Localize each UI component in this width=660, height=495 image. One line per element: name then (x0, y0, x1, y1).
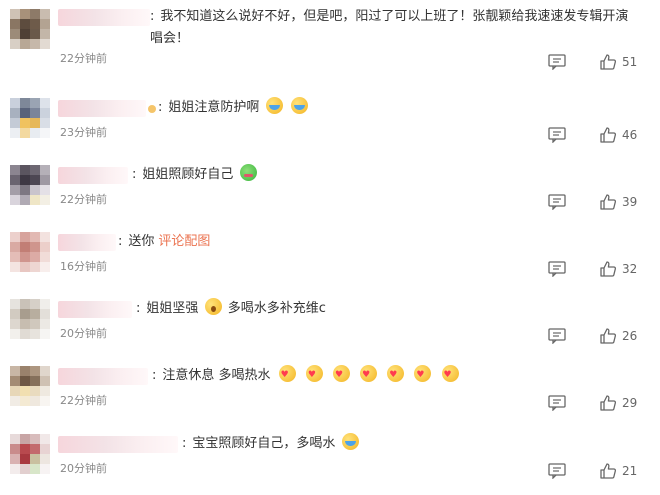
thumbs-up-icon[interactable] (599, 126, 617, 144)
heart-kiss-face-icon (414, 364, 432, 386)
comment-time: 23分钟前 (60, 126, 107, 139)
like-count: 32 (622, 262, 638, 276)
comment-item: : 姐姐坚强 多喝水多补充维c 20分钟前 26 (0, 279, 660, 345)
username[interactable] (58, 234, 116, 251)
thumbs-up-icon[interactable] (599, 327, 617, 345)
thumbs-up-icon[interactable] (599, 53, 617, 71)
comment-item: : 我不知道这么说好不好，但是吧，阳过了可以上班了！张靓颖给我速速发专辑开演唱会！… (0, 0, 660, 70)
frog-face-icon (239, 164, 257, 181)
comment-bubble-icon[interactable] (548, 261, 566, 277)
like-count: 39 (622, 195, 638, 209)
comment-item: : 姐姐注意防护啊 23分钟前 46 (0, 78, 660, 144)
crying-face-icon (290, 97, 308, 114)
comment-text: : 姐姐注意防护啊 (158, 97, 634, 119)
comment-bubble-icon[interactable] (548, 194, 566, 210)
thumbs-up-icon[interactable] (599, 462, 617, 480)
avatar[interactable] (10, 9, 50, 49)
comment-bubble-icon[interactable] (548, 395, 566, 411)
comment-text: : 姐姐照顾好自己 (132, 164, 634, 186)
avatar[interactable] (10, 165, 50, 205)
comment-item: :注意休息 多喝热水 22分钟前 29 (0, 346, 660, 412)
like-count: 51 (622, 55, 638, 69)
avatar[interactable] (10, 299, 50, 339)
heart-kiss-face-icon (305, 364, 323, 386)
username[interactable] (58, 368, 148, 385)
comment-bubble-icon[interactable] (548, 328, 566, 344)
comment-time: 22分钟前 (60, 52, 107, 65)
username[interactable] (58, 301, 132, 318)
comment-text: : 姐姐坚强 多喝水多补充维c (136, 298, 634, 320)
heart-kiss-face-icon (387, 364, 405, 386)
comment-item: : 宝宝照顾好自己，多喝水 20分钟前 21 (0, 414, 660, 480)
comment-bubble-icon[interactable] (548, 54, 566, 70)
avatar[interactable] (10, 366, 50, 406)
heart-kiss-face-icon (441, 364, 459, 386)
avatar[interactable] (10, 232, 50, 272)
shocked-face-icon (204, 298, 222, 315)
comment-text: : 我不知道这么说好不好，但是吧，阳过了可以上班了！张靓颖给我速速发专辑开演唱会！ (150, 9, 629, 46)
username[interactable] (58, 100, 146, 117)
comment-time: 22分钟前 (60, 394, 107, 407)
avatar[interactable] (10, 98, 50, 138)
username[interactable] (58, 436, 178, 453)
comment-time: 22分钟前 (60, 193, 107, 206)
thumbs-up-icon[interactable] (599, 394, 617, 412)
comment-text: : 送你 评论配图 (118, 234, 211, 249)
avatar[interactable] (10, 434, 50, 474)
username[interactable] (58, 9, 150, 26)
comment-bubble-icon[interactable] (548, 127, 566, 143)
comment-item: : 姐姐照顾好自己 22分钟前 39 (0, 145, 660, 211)
crying-face-icon (341, 433, 359, 450)
like-count: 26 (622, 329, 638, 343)
comment-image-link[interactable]: 评论配图 (158, 234, 210, 249)
user-badge-icon (148, 105, 156, 113)
comment-text: : 宝宝照顾好自己，多喝水 (182, 433, 634, 455)
thumbs-up-icon[interactable] (599, 260, 617, 278)
heart-kiss-face-icon (332, 364, 350, 386)
heart-kiss-face-icon (360, 364, 378, 386)
comment-time: 16分钟前 (60, 260, 107, 273)
heart-kiss-face-icon (278, 364, 296, 386)
comment-bubble-icon[interactable] (548, 463, 566, 479)
comment-time: 20分钟前 (60, 462, 107, 475)
username[interactable] (58, 167, 128, 184)
comment-time: 20分钟前 (60, 327, 107, 340)
crying-face-icon (265, 97, 283, 114)
like-count: 29 (622, 396, 638, 410)
like-count: 46 (622, 128, 638, 142)
thumbs-up-icon[interactable] (599, 193, 617, 211)
comment-item: : 送你 评论配图 16分钟前 32 (0, 212, 660, 278)
like-count: 21 (622, 464, 638, 478)
comment-text: : 注意休息 多喝热水 (152, 364, 634, 387)
